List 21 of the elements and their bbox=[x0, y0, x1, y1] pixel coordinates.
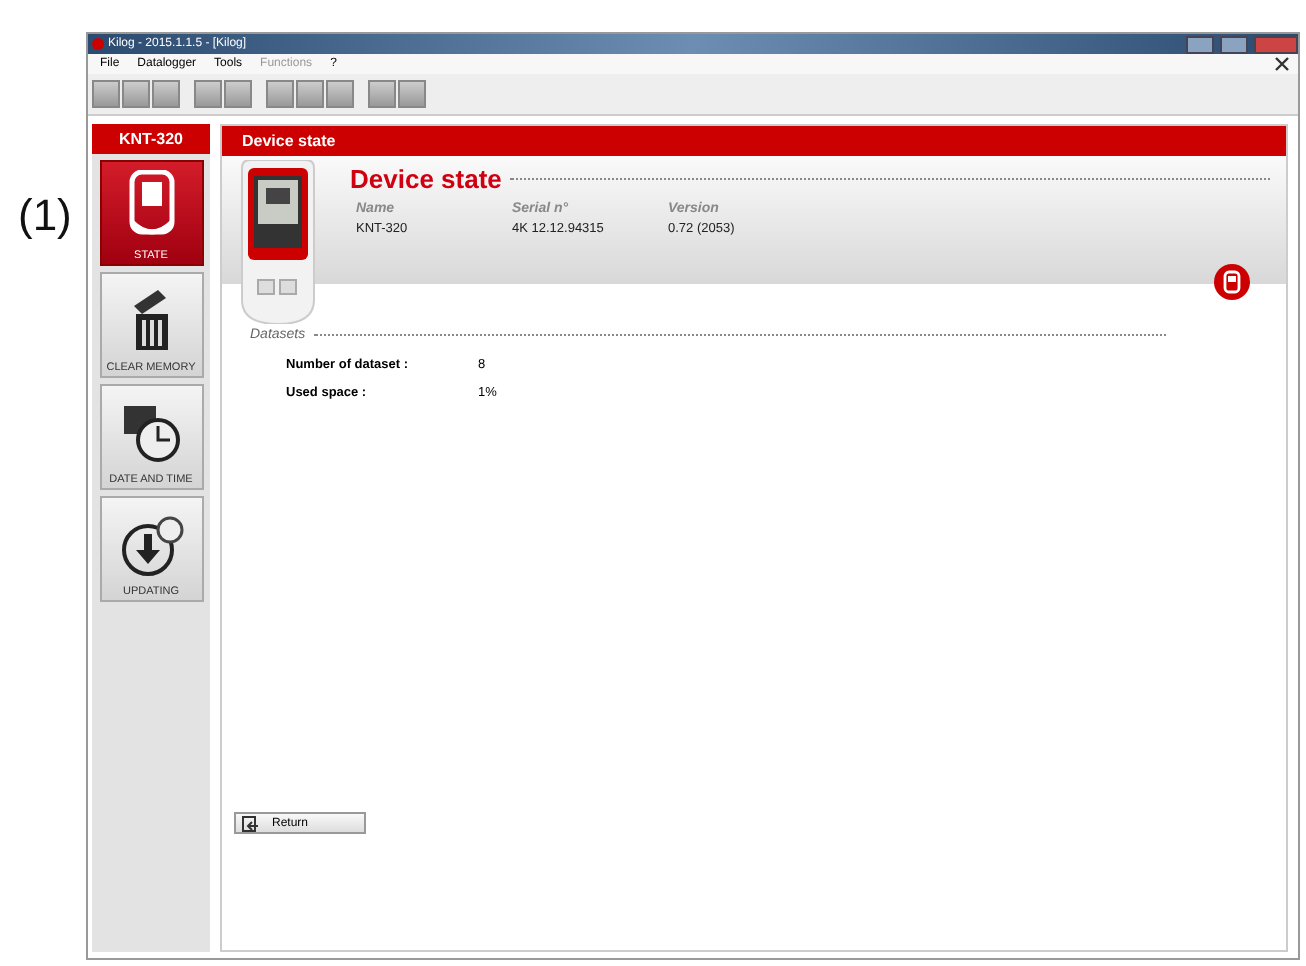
return-icon bbox=[242, 815, 260, 831]
toolbar-button[interactable] bbox=[224, 80, 252, 108]
toolbar-button[interactable] bbox=[398, 80, 426, 108]
panel-header: Device state bbox=[222, 126, 1286, 156]
maximize-button[interactable] bbox=[1220, 35, 1248, 53]
close-icon[interactable] bbox=[1274, 56, 1290, 72]
toolbar-button[interactable] bbox=[368, 80, 396, 108]
annotation-label: (1) bbox=[18, 190, 72, 240]
download-icon bbox=[117, 514, 185, 578]
minimize-button[interactable] bbox=[1186, 35, 1214, 53]
toolbar-button[interactable] bbox=[326, 80, 354, 108]
toolbar-button[interactable] bbox=[266, 80, 294, 108]
toolbar-button[interactable] bbox=[296, 80, 324, 108]
sidebar-title: KNT-320 bbox=[92, 124, 210, 154]
toolbar-button[interactable] bbox=[92, 80, 120, 108]
toolbar-button[interactable] bbox=[122, 80, 150, 108]
app-icon bbox=[92, 38, 104, 50]
toolbar-button[interactable] bbox=[194, 80, 222, 108]
device-title: Device state bbox=[350, 164, 502, 194]
logger-badge-icon bbox=[1214, 264, 1250, 300]
toolbar-button[interactable] bbox=[152, 80, 180, 108]
